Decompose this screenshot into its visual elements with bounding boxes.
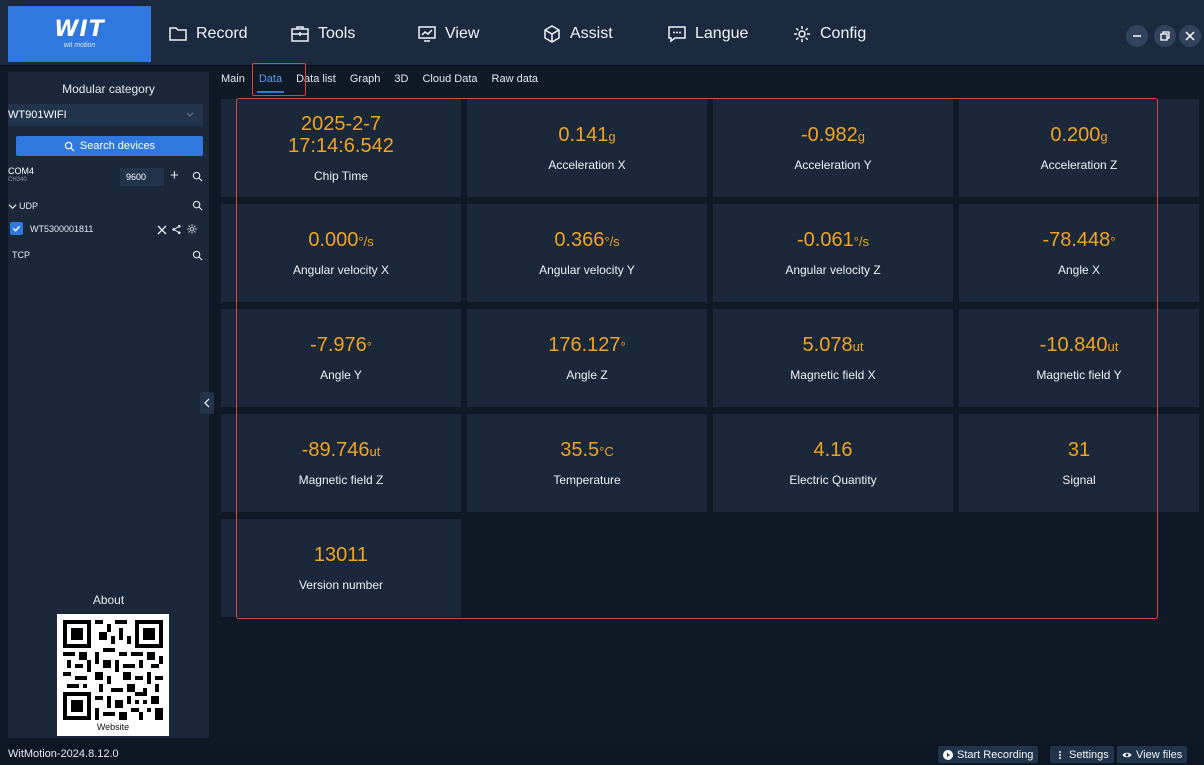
menu-label: View <box>445 25 480 42</box>
chevron-left-icon <box>204 398 210 408</box>
com-port-row: COM4 CH340 9600 + <box>8 166 209 188</box>
website-qr-code[interactable]: Website <box>57 614 169 736</box>
menu-label: Tools <box>318 25 356 42</box>
top-menu-bar: WIT wit motion Record Tools View Assist … <box>0 0 1204 66</box>
tab-graph[interactable]: Graph <box>350 68 381 92</box>
tab-raw-data[interactable]: Raw data <box>492 68 538 92</box>
add-port-button[interactable]: + <box>170 167 179 185</box>
view-files-label: View files <box>1136 748 1183 761</box>
device-type-value: WT901WIFI <box>8 109 67 121</box>
folder-icon <box>169 27 187 41</box>
sidebar: Modular category WT901WIFI Search device… <box>8 72 214 738</box>
sidebar-title: Modular category <box>62 82 155 96</box>
udp-group[interactable]: UDP <box>8 198 209 214</box>
more-vertical-icon <box>1059 750 1061 759</box>
eye-icon <box>1122 752 1132 757</box>
witmotion-logo: WIT wit motion <box>8 6 151 62</box>
menu-config[interactable]: Config <box>792 22 866 46</box>
data-grid-highlight-box <box>236 98 1158 619</box>
minimize-button[interactable] <box>1126 25 1148 47</box>
website-label: Website <box>96 722 130 732</box>
search-devices-label: Search devices <box>79 140 156 152</box>
monitor-chart-icon <box>418 26 436 42</box>
close-button[interactable] <box>1179 25 1201 47</box>
status-bar: WitMotion-2024.8.12.0 Start Recording Se… <box>0 744 1204 765</box>
tcp-label: TCP <box>12 250 30 260</box>
logo-subtext: wit motion <box>63 41 96 49</box>
search-icon[interactable] <box>192 250 203 261</box>
play-icon <box>943 749 953 760</box>
device-list-item[interactable]: WT5300001811 <box>8 222 209 238</box>
device-id: WT5300001811 <box>30 224 94 234</box>
tab-3d[interactable]: 3D <box>394 68 408 92</box>
close-icon[interactable] <box>157 225 167 235</box>
tcp-group[interactable]: TCP <box>8 248 209 264</box>
logo-text: WIT <box>54 16 105 42</box>
app-window: WIT wit motion Record Tools View Assist … <box>0 0 1204 765</box>
menu-tools[interactable]: Tools <box>290 22 355 46</box>
check-icon <box>12 225 21 232</box>
start-recording-label: Start Recording <box>957 748 1034 761</box>
cube-icon <box>544 25 560 43</box>
about-label: About <box>92 593 125 607</box>
chat-icon <box>668 26 686 43</box>
menu-label: Langue <box>695 25 749 42</box>
start-recording-button[interactable]: Start Recording <box>938 746 1039 763</box>
tab-highlight-box <box>252 63 306 96</box>
menu-langue[interactable]: Langue <box>667 22 748 46</box>
search-icon <box>64 141 75 152</box>
search-icon[interactable] <box>192 171 203 182</box>
restore-button[interactable] <box>1154 25 1176 47</box>
view-files-button[interactable]: View files <box>1117 746 1188 763</box>
settings-button[interactable]: Settings <box>1050 746 1114 763</box>
device-checkbox[interactable] <box>10 222 23 235</box>
baud-rate-select[interactable]: 9600 <box>120 168 164 186</box>
menu-assist[interactable]: Assist <box>542 22 613 46</box>
udp-label: UDP <box>19 201 39 211</box>
gear-icon <box>794 26 810 42</box>
menu-view[interactable]: View <box>417 22 479 46</box>
search-devices-button[interactable]: Search devices <box>16 136 203 156</box>
share-icon[interactable] <box>171 224 182 235</box>
tab-cloud-data[interactable]: Cloud Data <box>422 68 477 92</box>
device-type-select[interactable]: WT901WIFI <box>8 104 203 126</box>
toolbox-icon <box>291 26 309 42</box>
settings-label: Settings <box>1069 748 1109 761</box>
menu-label: Config <box>820 25 867 42</box>
com-port-driver: CH340 <box>8 177 27 183</box>
tab-main[interactable]: Main <box>221 68 245 92</box>
restore-icon <box>1160 31 1170 41</box>
version-label: WitMotion-2024.8.12.0 <box>8 748 119 760</box>
menu-record[interactable]: Record <box>168 22 248 46</box>
qr-code-icon <box>63 620 163 720</box>
gear-icon[interactable] <box>186 223 198 235</box>
com-port-name: COM4 <box>8 166 35 176</box>
search-icon[interactable] <box>192 200 203 211</box>
menu-label: Record <box>196 25 248 42</box>
minimize-icon <box>1133 35 1141 37</box>
collapse-sidebar-button[interactable] <box>200 392 214 414</box>
chevron-down-icon <box>8 203 17 209</box>
menu-label: Assist <box>570 25 613 42</box>
close-icon <box>1185 31 1195 41</box>
chevron-down-icon <box>186 112 194 117</box>
